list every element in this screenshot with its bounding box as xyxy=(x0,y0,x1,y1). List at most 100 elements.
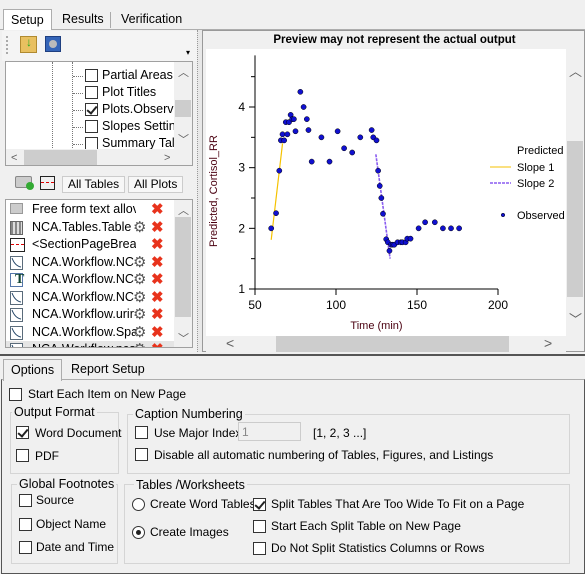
scroll-up-icon[interactable]: ︿ xyxy=(178,205,189,217)
list-vscrollbar[interactable]: ︿ ﹀ xyxy=(174,200,192,347)
scroll-thumb[interactable] xyxy=(276,336,509,352)
y-axis-label: Predicted, Cortisol_RR xyxy=(208,135,220,247)
all-tables-button[interactable]: All Tables xyxy=(62,176,126,193)
date-time-checkbox[interactable] xyxy=(19,541,32,554)
tree-item[interactable]: Plots.Observe xyxy=(6,102,181,119)
observed-point xyxy=(376,183,383,189)
delete-icon[interactable]: ✖ xyxy=(151,342,164,348)
scroll-thumb[interactable] xyxy=(24,150,97,165)
tab-results[interactable]: Results xyxy=(55,9,111,30)
list-item[interactable]: NCA.Workflow.nca ⚙ ✖ xyxy=(6,341,176,348)
gear-icon[interactable]: ⚙ xyxy=(133,219,146,236)
tree-item[interactable]: Slopes Settin xyxy=(6,119,176,136)
observed-point xyxy=(291,116,297,122)
tree-item[interactable]: Partial Areas xyxy=(6,68,174,85)
slope-1-line xyxy=(270,143,284,240)
delete-icon[interactable]: ✖ xyxy=(151,202,164,218)
scroll-thumb[interactable] xyxy=(567,141,583,297)
scroll-thumb[interactable] xyxy=(175,100,191,117)
observed-point xyxy=(375,167,381,174)
output-format-group xyxy=(10,412,119,474)
load-settings-icon[interactable]: ↓ xyxy=(20,35,37,53)
disable-numbering-checkbox[interactable] xyxy=(135,448,148,461)
scroll-down-icon[interactable]: ﹀ xyxy=(178,333,189,345)
word-document-checkbox[interactable] xyxy=(16,426,29,439)
create-word-tables-radio[interactable] xyxy=(132,498,145,511)
delete-icon[interactable]: ✖ xyxy=(151,219,164,236)
gear-icon[interactable]: ⚙ xyxy=(133,272,146,288)
observed-point xyxy=(368,127,375,133)
tree-hscrollbar[interactable]: < > xyxy=(6,149,192,165)
preview-vscrollbar[interactable]: ︿ ﹀ xyxy=(566,49,584,336)
create-images-radio[interactable] xyxy=(132,526,145,539)
plot-icon xyxy=(10,290,23,305)
pdf-checkbox[interactable] xyxy=(16,449,29,462)
scroll-right-icon[interactable]: > xyxy=(164,152,170,164)
observed-point xyxy=(357,134,364,141)
gear-icon[interactable]: ⚙ xyxy=(133,342,146,348)
scroll-left-icon[interactable]: < xyxy=(11,152,17,164)
delete-icon[interactable]: ✖ xyxy=(151,289,164,306)
scroll-right-icon[interactable]: > xyxy=(544,336,552,350)
tab-options[interactable]: Options xyxy=(3,359,63,381)
gear-icon[interactable]: ⚙ xyxy=(133,254,146,271)
scroll-left-icon[interactable]: < xyxy=(226,336,234,350)
add-page-break-icon[interactable] xyxy=(40,176,55,190)
x-tick-label: 200 xyxy=(488,298,508,312)
tab-setup[interactable]: Setup xyxy=(3,9,52,30)
gear-icon[interactable]: ⚙ xyxy=(133,289,146,306)
section-divider xyxy=(0,354,585,356)
tree-item-checkbox[interactable] xyxy=(85,86,98,99)
observed-point xyxy=(281,137,288,144)
split-wide-tables-checkbox[interactable] xyxy=(253,498,266,511)
y-tick-label: 3 xyxy=(238,161,245,175)
scroll-down-icon[interactable]: ﹀ xyxy=(569,313,582,326)
observed-point xyxy=(326,158,333,165)
delete-icon[interactable]: ✖ xyxy=(151,237,164,253)
list-item-label: NCA.Workflow.NC xyxy=(32,254,134,269)
delete-icon[interactable]: ✖ xyxy=(151,254,164,271)
tree-item[interactable]: Plot Titles xyxy=(6,85,174,102)
gear-icon[interactable]: ⚙ xyxy=(133,307,146,323)
start-each-item-checkbox[interactable] xyxy=(9,388,22,401)
list-item[interactable]: NCA.Workflow.urir ⚙ ✖ xyxy=(6,306,176,325)
scroll-up-icon[interactable]: ︿ xyxy=(178,67,189,79)
list-item[interactable]: T NCA.Workflow.NC ⚙ ✖ xyxy=(6,271,176,290)
tree-vscrollbar[interactable]: ︿ ﹀ xyxy=(174,62,192,149)
no-split-stats-checkbox[interactable] xyxy=(253,542,266,555)
list-item[interactable]: NCA.Workflow.NC ⚙ ✖ xyxy=(6,254,176,273)
scroll-up-icon[interactable]: ︿ xyxy=(569,65,582,78)
list-item[interactable]: NCA.Tables.Table ⚙ ✖ xyxy=(6,219,176,238)
delete-icon[interactable]: ✖ xyxy=(151,272,164,288)
use-major-index-checkbox[interactable] xyxy=(135,426,148,439)
list-item[interactable]: Free form text allov ✖ xyxy=(6,201,176,220)
list-item[interactable]: NCA.Workflow.Spa ⚙ ✖ xyxy=(6,324,176,343)
tree-item-label: Plots.Observe xyxy=(102,102,181,116)
object-name-checkbox[interactable] xyxy=(19,518,32,531)
tab-report-setup[interactable]: Report Setup xyxy=(64,359,152,380)
save-settings-icon[interactable] xyxy=(45,36,61,52)
source-checkbox[interactable] xyxy=(19,494,32,507)
plot-icon xyxy=(10,308,23,322)
preview-hscrollbar[interactable]: < > xyxy=(206,336,566,352)
list-item[interactable]: <SectionPageBrea ✖ xyxy=(6,236,176,255)
tab-verification[interactable]: Verification xyxy=(114,9,189,30)
toolbar-overflow-icon[interactable]: ▾ xyxy=(186,48,190,57)
major-index-input[interactable] xyxy=(238,422,301,441)
start-split-table-checkbox[interactable] xyxy=(253,520,266,533)
all-plots-button[interactable]: All Plots xyxy=(128,176,184,193)
scroll-down-icon[interactable]: ﹀ xyxy=(178,134,189,146)
tree-item-label: Partial Areas xyxy=(102,68,173,82)
delete-icon[interactable]: ✖ xyxy=(151,307,164,323)
tree-item-checkbox[interactable] xyxy=(85,69,98,82)
list-item[interactable]: NCA.Workflow.NC ⚙ ✖ xyxy=(6,289,176,308)
list-item-label: NCA.Workflow.urir xyxy=(32,307,134,321)
observed-point xyxy=(341,145,347,152)
tree-item-checkbox[interactable] xyxy=(85,103,98,116)
observed-point xyxy=(273,210,279,217)
add-text-icon[interactable] xyxy=(15,176,34,190)
tree-item-checkbox[interactable] xyxy=(85,120,98,133)
scroll-thumb[interactable] xyxy=(175,217,191,317)
gear-icon[interactable]: ⚙ xyxy=(133,324,146,341)
delete-icon[interactable]: ✖ xyxy=(151,324,164,341)
